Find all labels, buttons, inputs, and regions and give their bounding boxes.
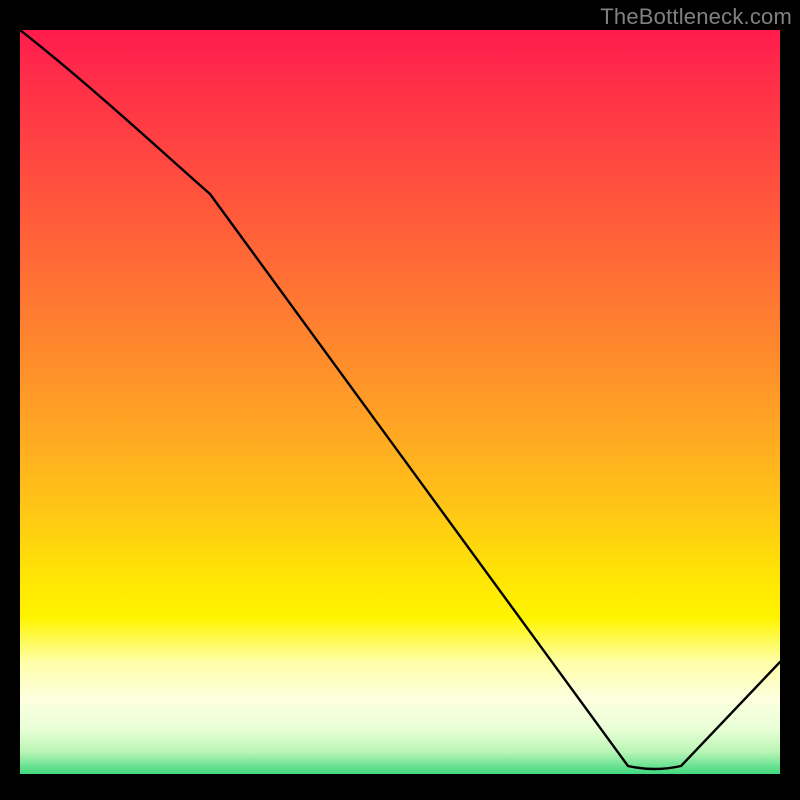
chart-frame (14, 30, 786, 786)
bottleneck-curve (20, 30, 780, 774)
chart-gradient-bg (20, 30, 780, 774)
watermark-text: TheBottleneck.com (600, 4, 792, 30)
